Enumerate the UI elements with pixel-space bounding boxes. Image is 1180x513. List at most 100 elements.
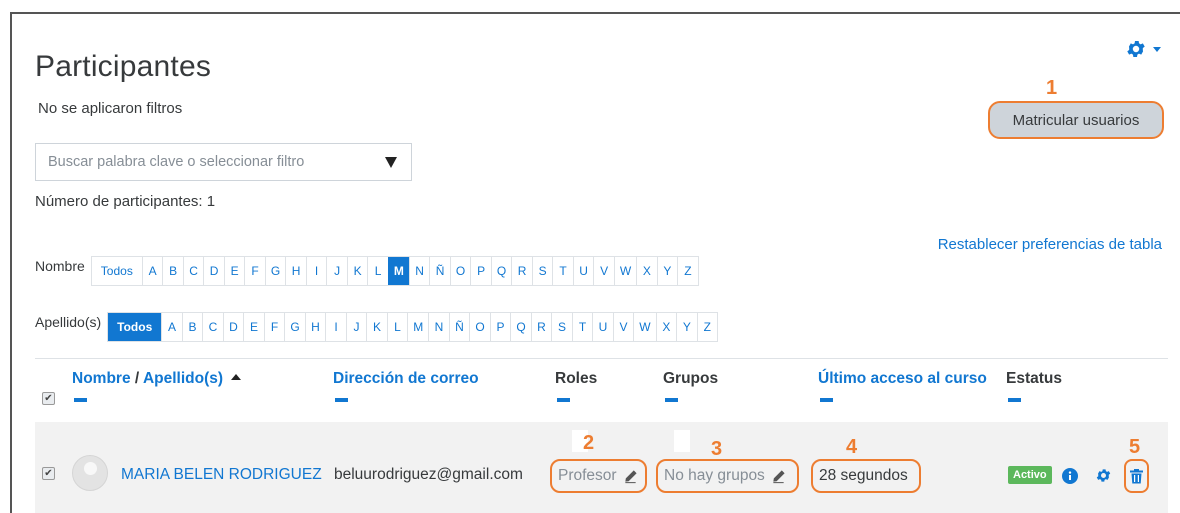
first-name-initial-g[interactable]: G bbox=[264, 257, 286, 285]
enrol-users-button[interactable]: Matricular usuarios bbox=[988, 101, 1164, 139]
chevron-down-icon bbox=[1153, 46, 1161, 52]
collapse-email-column-icon[interactable] bbox=[335, 398, 348, 402]
column-header-roles: Roles bbox=[555, 370, 598, 387]
last-name-initial-s[interactable]: S bbox=[551, 313, 572, 341]
first-name-initial-all[interactable]: Todos bbox=[92, 257, 142, 285]
last-name-initial-t[interactable]: T bbox=[571, 313, 593, 341]
last-name-initial-k[interactable]: K bbox=[366, 313, 387, 341]
last-name-initial-d[interactable]: D bbox=[222, 313, 244, 341]
info-icon[interactable] bbox=[1062, 468, 1078, 484]
first-name-initial-a[interactable]: A bbox=[141, 257, 163, 285]
column-header-name[interactable]: Nombre / Apellido(s) bbox=[72, 370, 242, 388]
reset-table-preferences-link[interactable]: Restablecer preferencias de tabla bbox=[938, 236, 1162, 253]
last-name-initial-a[interactable]: A bbox=[161, 313, 182, 341]
row-select-checkbox[interactable]: ✔ bbox=[42, 467, 55, 480]
last-name-initial-x[interactable]: X bbox=[655, 313, 677, 341]
last-name-initial-i[interactable]: I bbox=[325, 313, 346, 341]
collapse-roles-column-icon[interactable] bbox=[557, 398, 570, 402]
first-name-initial-d[interactable]: D bbox=[203, 257, 224, 285]
dropdown-caret-icon[interactable] bbox=[385, 156, 397, 168]
collapse-last-access-column-icon[interactable] bbox=[820, 398, 833, 402]
last-name-initial-c[interactable]: C bbox=[202, 313, 223, 341]
first-name-initial-s[interactable]: S bbox=[531, 257, 553, 285]
first-name-initial-e[interactable]: E bbox=[223, 257, 245, 285]
last-name-initial-o[interactable]: O bbox=[469, 313, 490, 341]
last-name-initial-ñ[interactable]: Ñ bbox=[448, 313, 470, 341]
first-name-initial-q[interactable]: Q bbox=[490, 257, 512, 285]
last-name-initial-u[interactable]: U bbox=[592, 313, 613, 341]
pencil-icon[interactable] bbox=[623, 469, 638, 484]
last-name-initial-z[interactable]: Z bbox=[696, 313, 718, 341]
first-name-initial-f[interactable]: F bbox=[244, 257, 265, 285]
first-name-initial-u[interactable]: U bbox=[572, 257, 594, 285]
select-all-checkbox[interactable]: ✔ bbox=[42, 392, 55, 405]
first-name-initial-o[interactable]: O bbox=[449, 257, 471, 285]
first-name-initial-h[interactable]: H bbox=[285, 257, 306, 285]
first-name-initial-k[interactable]: K bbox=[346, 257, 368, 285]
first-name-initial-x[interactable]: X bbox=[636, 257, 657, 285]
avatar[interactable] bbox=[72, 455, 108, 491]
last-access-highlight: 28 segundos bbox=[811, 459, 921, 493]
settings-menu[interactable] bbox=[1125, 38, 1161, 60]
column-header-last-access[interactable]: Último acceso al curso bbox=[818, 370, 987, 388]
first-name-initial-z[interactable]: Z bbox=[677, 257, 698, 285]
last-name-initial-l[interactable]: L bbox=[386, 313, 408, 341]
sort-by-first-name-link[interactable]: Nombre bbox=[72, 370, 131, 387]
groups-editable[interactable]: No hay grupos bbox=[656, 459, 799, 493]
first-name-initial-i[interactable]: I bbox=[305, 257, 327, 285]
last-name-initial-y[interactable]: Y bbox=[676, 313, 697, 341]
trash-icon[interactable] bbox=[1130, 468, 1143, 484]
gear-icon[interactable] bbox=[1125, 38, 1147, 60]
last-name-initial-q[interactable]: Q bbox=[510, 313, 531, 341]
gear-icon[interactable] bbox=[1095, 467, 1112, 484]
last-name-initial-w[interactable]: W bbox=[633, 313, 655, 341]
first-name-initial-w[interactable]: W bbox=[613, 257, 636, 285]
last-name-initial-r[interactable]: R bbox=[530, 313, 552, 341]
first-name-initial-p[interactable]: P bbox=[470, 257, 491, 285]
first-name-initial-y[interactable]: Y bbox=[656, 257, 678, 285]
unenrol-button[interactable] bbox=[1124, 459, 1149, 493]
first-name-initial-b[interactable]: B bbox=[162, 257, 183, 285]
last-name-initial-m[interactable]: M bbox=[407, 313, 428, 341]
page-title: Participantes bbox=[35, 50, 212, 83]
first-name-initial-v[interactable]: V bbox=[593, 257, 614, 285]
last-name-initial-f[interactable]: F bbox=[263, 313, 285, 341]
first-name-initial-j[interactable]: J bbox=[326, 257, 347, 285]
last-name-initial-e[interactable]: E bbox=[243, 313, 264, 341]
last-name-initial-b[interactable]: B bbox=[181, 313, 203, 341]
last-name-initial-h[interactable]: H bbox=[304, 313, 326, 341]
sort-by-surname-link[interactable]: Apellido(s) bbox=[143, 370, 223, 387]
role-value: Profesor bbox=[558, 467, 617, 484]
column-header-email[interactable]: Dirección de correo bbox=[333, 370, 479, 388]
role-editable[interactable]: Profesor bbox=[550, 459, 647, 493]
participant-email: beluurodriguez@gmail.com bbox=[334, 466, 523, 483]
participant-name-link[interactable]: MARIA BELEN RODRIGUEZ bbox=[121, 466, 322, 484]
filter-search-input[interactable]: Buscar palabra clave o seleccionar filtr… bbox=[35, 143, 412, 181]
first-name-initial-l[interactable]: L bbox=[367, 257, 388, 285]
last-name-initial-v[interactable]: V bbox=[612, 313, 634, 341]
last-name-initial-all[interactable]: Todos bbox=[108, 313, 162, 341]
pencil-icon[interactable] bbox=[771, 469, 786, 484]
collapse-name-column-icon[interactable] bbox=[74, 398, 87, 402]
groups-value: No hay grupos bbox=[664, 467, 765, 484]
collapse-status-column-icon[interactable] bbox=[1008, 398, 1021, 402]
last-name-initial-n[interactable]: N bbox=[428, 313, 449, 341]
last-name-initial-p[interactable]: P bbox=[489, 313, 511, 341]
header-separator: / bbox=[134, 370, 140, 387]
last-name-initial-g[interactable]: G bbox=[284, 313, 305, 341]
first-name-initial-c[interactable]: C bbox=[182, 257, 204, 285]
last-access-value: 28 segundos bbox=[819, 467, 908, 484]
status-badge: Activo bbox=[1008, 466, 1052, 484]
last-name-initial-j[interactable]: J bbox=[345, 313, 367, 341]
collapse-groups-column-icon[interactable] bbox=[665, 398, 678, 402]
callout-4: 4 bbox=[846, 436, 858, 458]
first-name-initial-n[interactable]: N bbox=[408, 257, 430, 285]
first-name-initial-t[interactable]: T bbox=[552, 257, 573, 285]
first-name-initial-r[interactable]: R bbox=[511, 257, 532, 285]
search-placeholder: Buscar palabra clave o seleccionar filtr… bbox=[48, 154, 305, 170]
callout-5: 5 bbox=[1129, 436, 1141, 458]
participant-count: Número de participantes: 1 bbox=[35, 193, 216, 210]
first-name-initial-m[interactable]: M bbox=[387, 257, 409, 285]
table-top-divider bbox=[35, 358, 1168, 359]
first-name-initial-ñ[interactable]: Ñ bbox=[429, 257, 450, 285]
